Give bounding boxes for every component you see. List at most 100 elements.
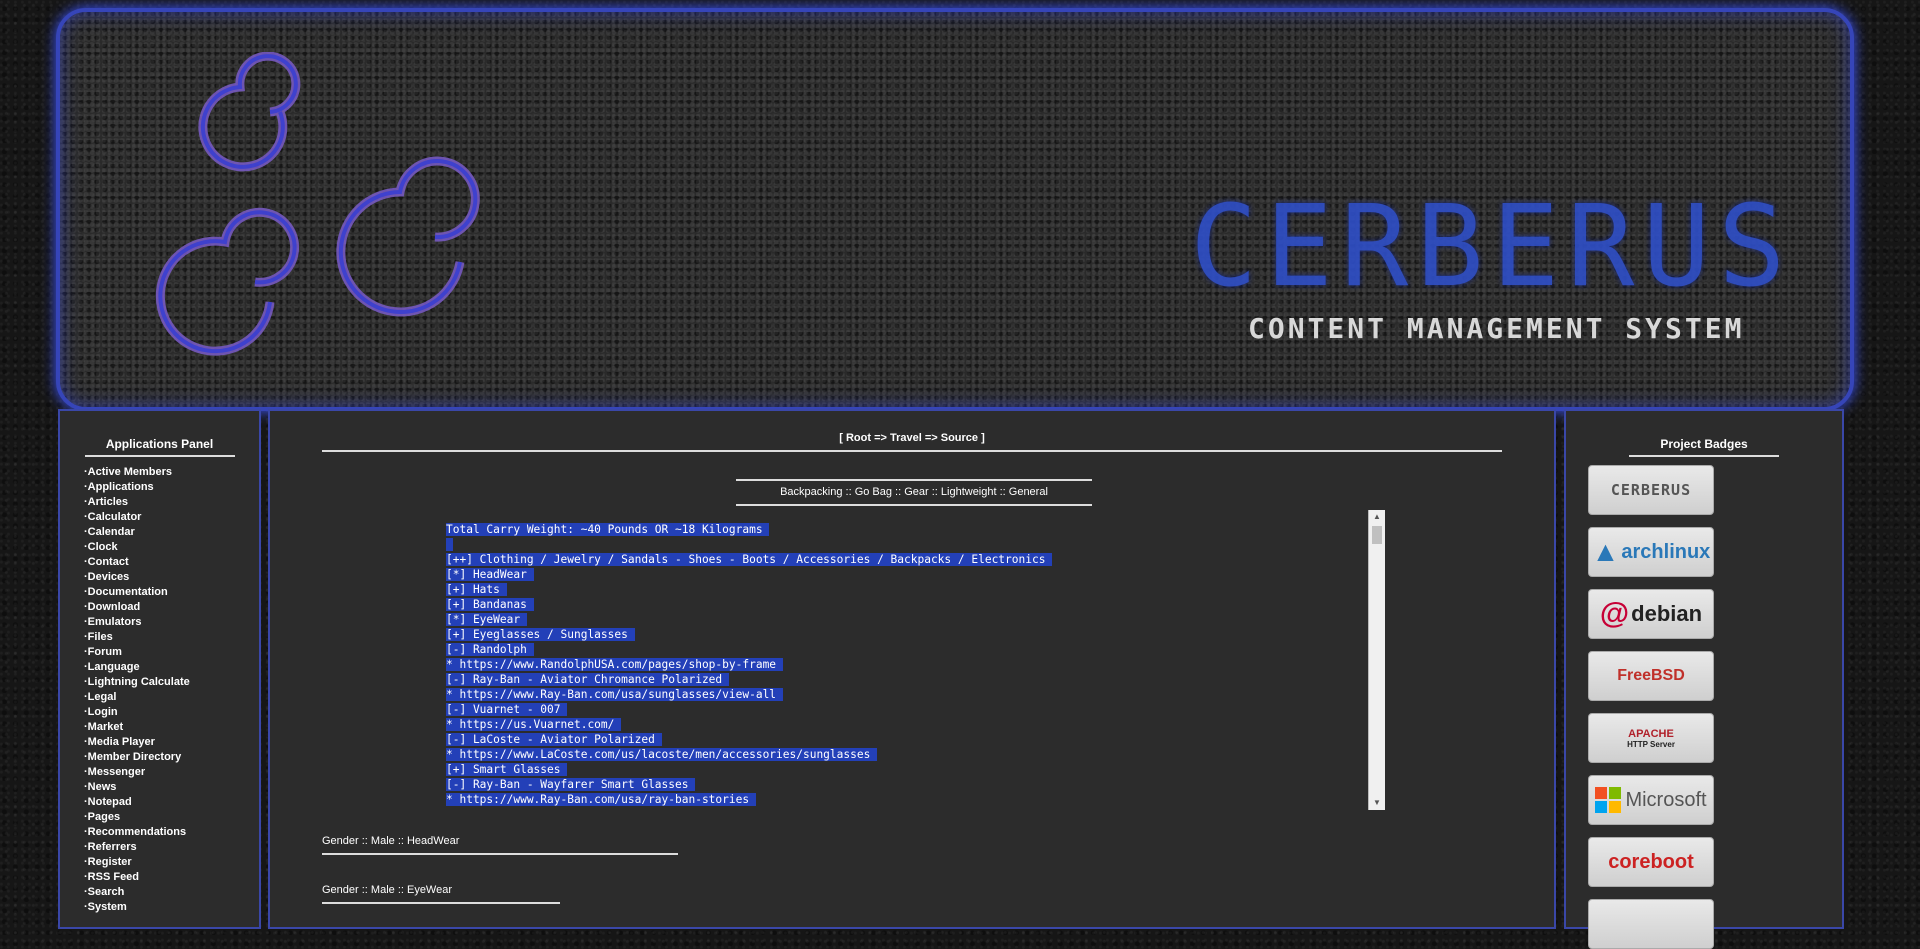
site-banner: CERBERUS CONTENT MANAGEMENT SYSTEM bbox=[56, 8, 1854, 411]
app-link[interactable]: Notepad bbox=[88, 796, 132, 808]
list-item[interactable]: Media Player bbox=[84, 735, 259, 750]
app-link[interactable]: Devices bbox=[88, 571, 130, 583]
app-link[interactable]: Media Player bbox=[88, 736, 155, 748]
list-item[interactable]: System bbox=[84, 900, 259, 915]
code-line: [-] LaCoste - Aviator Polarized bbox=[446, 733, 662, 746]
list-item[interactable]: Documentation bbox=[84, 585, 259, 600]
app-link[interactable]: Language bbox=[88, 661, 140, 673]
app-link[interactable]: Articles bbox=[88, 496, 128, 508]
badge-label: coreboot bbox=[1608, 850, 1694, 873]
list-item[interactable]: Forum bbox=[84, 645, 259, 660]
app-link[interactable]: Market bbox=[88, 721, 123, 733]
list-item[interactable]: Messenger bbox=[84, 765, 259, 780]
list-item[interactable]: Login bbox=[84, 705, 259, 720]
scroll-down-arrow-icon[interactable]: ▼ bbox=[1369, 796, 1385, 810]
app-link[interactable]: Legal bbox=[88, 691, 117, 703]
list-item[interactable]: Download bbox=[84, 600, 259, 615]
list-item[interactable]: Devices bbox=[84, 570, 259, 585]
list-item[interactable]: Legal bbox=[84, 690, 259, 705]
freebsd-badge[interactable]: FreeBSD bbox=[1588, 651, 1714, 701]
debian-badge[interactable]: @ debian bbox=[1588, 589, 1714, 639]
code-line: [-] Randolph bbox=[446, 643, 534, 656]
list-item[interactable]: Clock bbox=[84, 540, 259, 555]
list-item[interactable]: Notepad bbox=[84, 795, 259, 810]
app-link[interactable]: Referrers bbox=[88, 841, 137, 853]
list-item[interactable]: Files bbox=[84, 630, 259, 645]
app-link[interactable]: Calculator bbox=[88, 511, 142, 523]
brand-title: CERBERUS bbox=[1190, 182, 1794, 312]
applications-panel-title: Applications Panel bbox=[84, 437, 235, 457]
app-link[interactable]: Documentation bbox=[88, 586, 168, 598]
app-link[interactable]: Contact bbox=[88, 556, 129, 568]
list-item[interactable]: Language bbox=[84, 660, 259, 675]
code-line: [*] HeadWear bbox=[446, 568, 534, 581]
list-item[interactable]: RSS Feed bbox=[84, 870, 259, 885]
project-badges-panel: Project Badges CERBERUS ▲ archlinux @ debi… bbox=[1564, 409, 1844, 949]
app-link[interactable]: System bbox=[88, 901, 127, 913]
scroll-up-arrow-icon[interactable]: ▲ bbox=[1369, 510, 1385, 524]
microsoft-badge[interactable]: Microsoft bbox=[1588, 775, 1714, 825]
arch-logo-icon: ▲ bbox=[1591, 536, 1620, 567]
list-item[interactable]: Articles bbox=[84, 495, 259, 510]
badges-list: CERBERUS ▲ archlinux @ debian FreeBSD APAC… bbox=[1588, 465, 1842, 949]
cerberus-badge[interactable]: CERBERUS bbox=[1588, 465, 1714, 515]
app-link[interactable]: Search bbox=[88, 886, 125, 898]
microsoft-logo-icon bbox=[1595, 787, 1622, 813]
list-item[interactable]: Emulators bbox=[84, 615, 259, 630]
app-link[interactable]: Download bbox=[88, 601, 141, 613]
breadcrumb[interactable]: [ Root => Travel => Source ] bbox=[322, 432, 1502, 452]
app-link[interactable]: Login bbox=[88, 706, 118, 718]
app-link[interactable]: Pages bbox=[88, 811, 120, 823]
code-line: [++] Clothing / Jewelry / Sandals - Shoe… bbox=[446, 553, 1053, 566]
code-line: [*] EyeWear bbox=[446, 613, 527, 626]
badge-label: archlinux bbox=[1621, 540, 1711, 563]
applications-list: Active Members Applications Articles Cal… bbox=[84, 465, 259, 915]
list-item[interactable]: Calendar bbox=[84, 525, 259, 540]
scrollbar-thumb[interactable] bbox=[1372, 526, 1382, 544]
list-item[interactable]: Market bbox=[84, 720, 259, 735]
list-item[interactable]: News bbox=[84, 780, 259, 795]
code-line bbox=[446, 538, 453, 551]
app-link[interactable]: Member Directory bbox=[88, 751, 182, 763]
code-line: * https://www.RandolphUSA.com/pages/shop… bbox=[446, 658, 783, 671]
list-item[interactable]: Lightning Calculate bbox=[84, 675, 259, 690]
app-link[interactable]: Forum bbox=[88, 646, 122, 658]
list-item[interactable]: Active Members bbox=[84, 465, 259, 480]
list-item[interactable]: Register bbox=[84, 855, 259, 870]
code-line: [-] Vuarnet - 007 bbox=[446, 703, 568, 716]
app-link[interactable]: Lightning Calculate bbox=[88, 676, 190, 688]
app-link[interactable]: RSS Feed bbox=[88, 871, 139, 883]
list-item[interactable]: Pages bbox=[84, 810, 259, 825]
section-heading-headwear[interactable]: Gender :: Male :: HeadWear bbox=[322, 835, 678, 855]
list-item[interactable]: Referrers bbox=[84, 840, 259, 855]
app-link[interactable]: Register bbox=[88, 856, 132, 868]
code-line: [+] Eyeglasses / Sunglasses bbox=[446, 628, 635, 641]
app-link[interactable]: Active Members bbox=[88, 466, 172, 478]
textarea-scrollbar[interactable]: ▲ ▼ bbox=[1368, 510, 1385, 810]
apache-badge[interactable]: APACHE HTTP Server bbox=[1588, 713, 1714, 763]
list-item[interactable]: Applications bbox=[84, 480, 259, 495]
app-link[interactable]: Messenger bbox=[88, 766, 145, 778]
project-badges-title: Project Badges bbox=[1629, 437, 1779, 457]
gear-list-textarea[interactable]: Total Carry Weight: ~40 Pounds OR ~18 Ki… bbox=[446, 510, 1384, 810]
app-link[interactable]: Emulators bbox=[88, 616, 142, 628]
code-line: * https://www.Ray-Ban.com/usa/ray-ban-st… bbox=[446, 793, 756, 806]
code-line: * https://us.Vuarnet.com/ bbox=[446, 718, 622, 731]
category-subnav[interactable]: Backpacking :: Go Bag :: Gear :: Lightwe… bbox=[736, 479, 1092, 506]
list-item[interactable]: Member Directory bbox=[84, 750, 259, 765]
list-item[interactable]: Search bbox=[84, 885, 259, 900]
list-item[interactable]: Contact bbox=[84, 555, 259, 570]
app-link[interactable]: Calendar bbox=[88, 526, 135, 538]
coreboot-badge[interactable]: coreboot bbox=[1588, 837, 1714, 887]
app-link[interactable]: Clock bbox=[88, 541, 118, 553]
archlinux-badge[interactable]: ▲ archlinux bbox=[1588, 527, 1714, 577]
section-heading-eyewear[interactable]: Gender :: Male :: EyeWear bbox=[322, 884, 560, 904]
list-item[interactable]: Recommendations bbox=[84, 825, 259, 840]
list-item[interactable]: Calculator bbox=[84, 510, 259, 525]
app-link[interactable]: Files bbox=[88, 631, 113, 643]
app-link[interactable]: Recommendations bbox=[88, 826, 186, 838]
app-link[interactable]: News bbox=[88, 781, 117, 793]
code-line: [+] Smart Glasses bbox=[446, 763, 568, 776]
app-link[interactable]: Applications bbox=[88, 481, 154, 493]
partial-badge[interactable] bbox=[1588, 899, 1714, 949]
